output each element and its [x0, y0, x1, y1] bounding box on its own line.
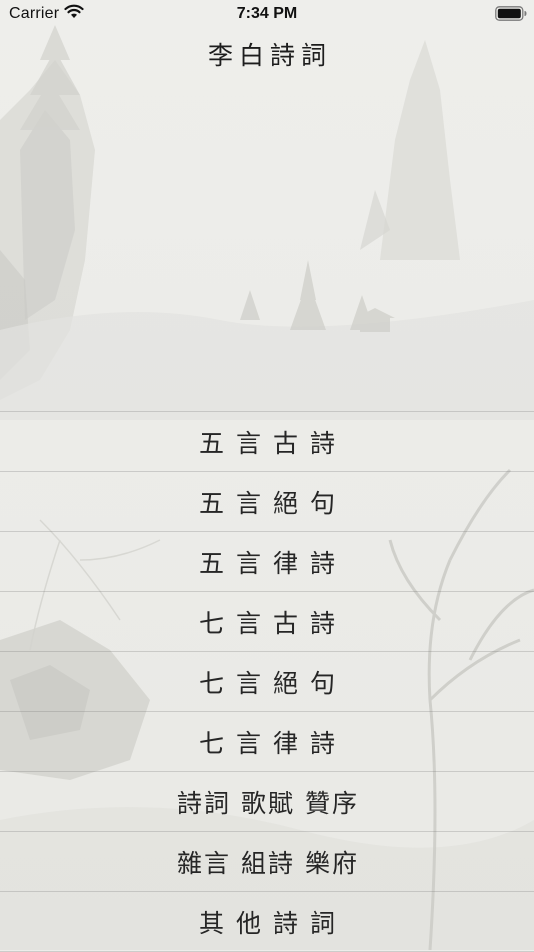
list-item-wuyan-lushi[interactable]: 五言律詩 [0, 532, 534, 592]
list-item-label: 七言絕句 [198, 668, 347, 698]
list-item-qiyan-jueju[interactable]: 七言絕句 [0, 652, 534, 712]
clock: 7:34 PM [236, 5, 298, 22]
list-item-label: 七言古詩 [198, 608, 347, 638]
list-item-zayan-zushi-yuefu[interactable]: 雜言 組詩 樂府 [0, 832, 534, 892]
list-item-qiyan-lushi[interactable]: 七言律詩 [0, 712, 534, 772]
list-item-wuyan-gushi[interactable]: 五言古詩 [0, 412, 534, 472]
page-title: 李白詩詞 [207, 41, 332, 70]
list-item-label: 雜言 組詩 樂府 [177, 848, 359, 878]
list-item-label: 五言律詩 [198, 548, 347, 578]
list-item-wuyan-jueju[interactable]: 五言絕句 [0, 472, 534, 532]
list-item-label: 五言絕句 [198, 488, 347, 518]
list-item-label: 詩詞 歌賦 贊序 [177, 788, 359, 818]
poem-category-list: 五言古詩 五言絕句 五言律詩 七言古詩 七言絕句 七言律詩 詩詞 歌賦 贊序 雜… [0, 411, 534, 952]
battery-icon [495, 6, 527, 21]
list-item-shici-gefu-zanxu[interactable]: 詩詞 歌賦 贊序 [0, 772, 534, 832]
list-item-label: 五言古詩 [198, 428, 347, 458]
status-bar: Carrier 7:34 PM [0, 0, 534, 28]
list-item-label: 七言律詩 [198, 728, 347, 758]
list-item-qita-shici[interactable]: 其他詩詞 [0, 892, 534, 952]
list-item-qiyan-gushi[interactable]: 七言古詩 [0, 592, 534, 652]
list-item-label: 其他詩詞 [198, 908, 347, 938]
